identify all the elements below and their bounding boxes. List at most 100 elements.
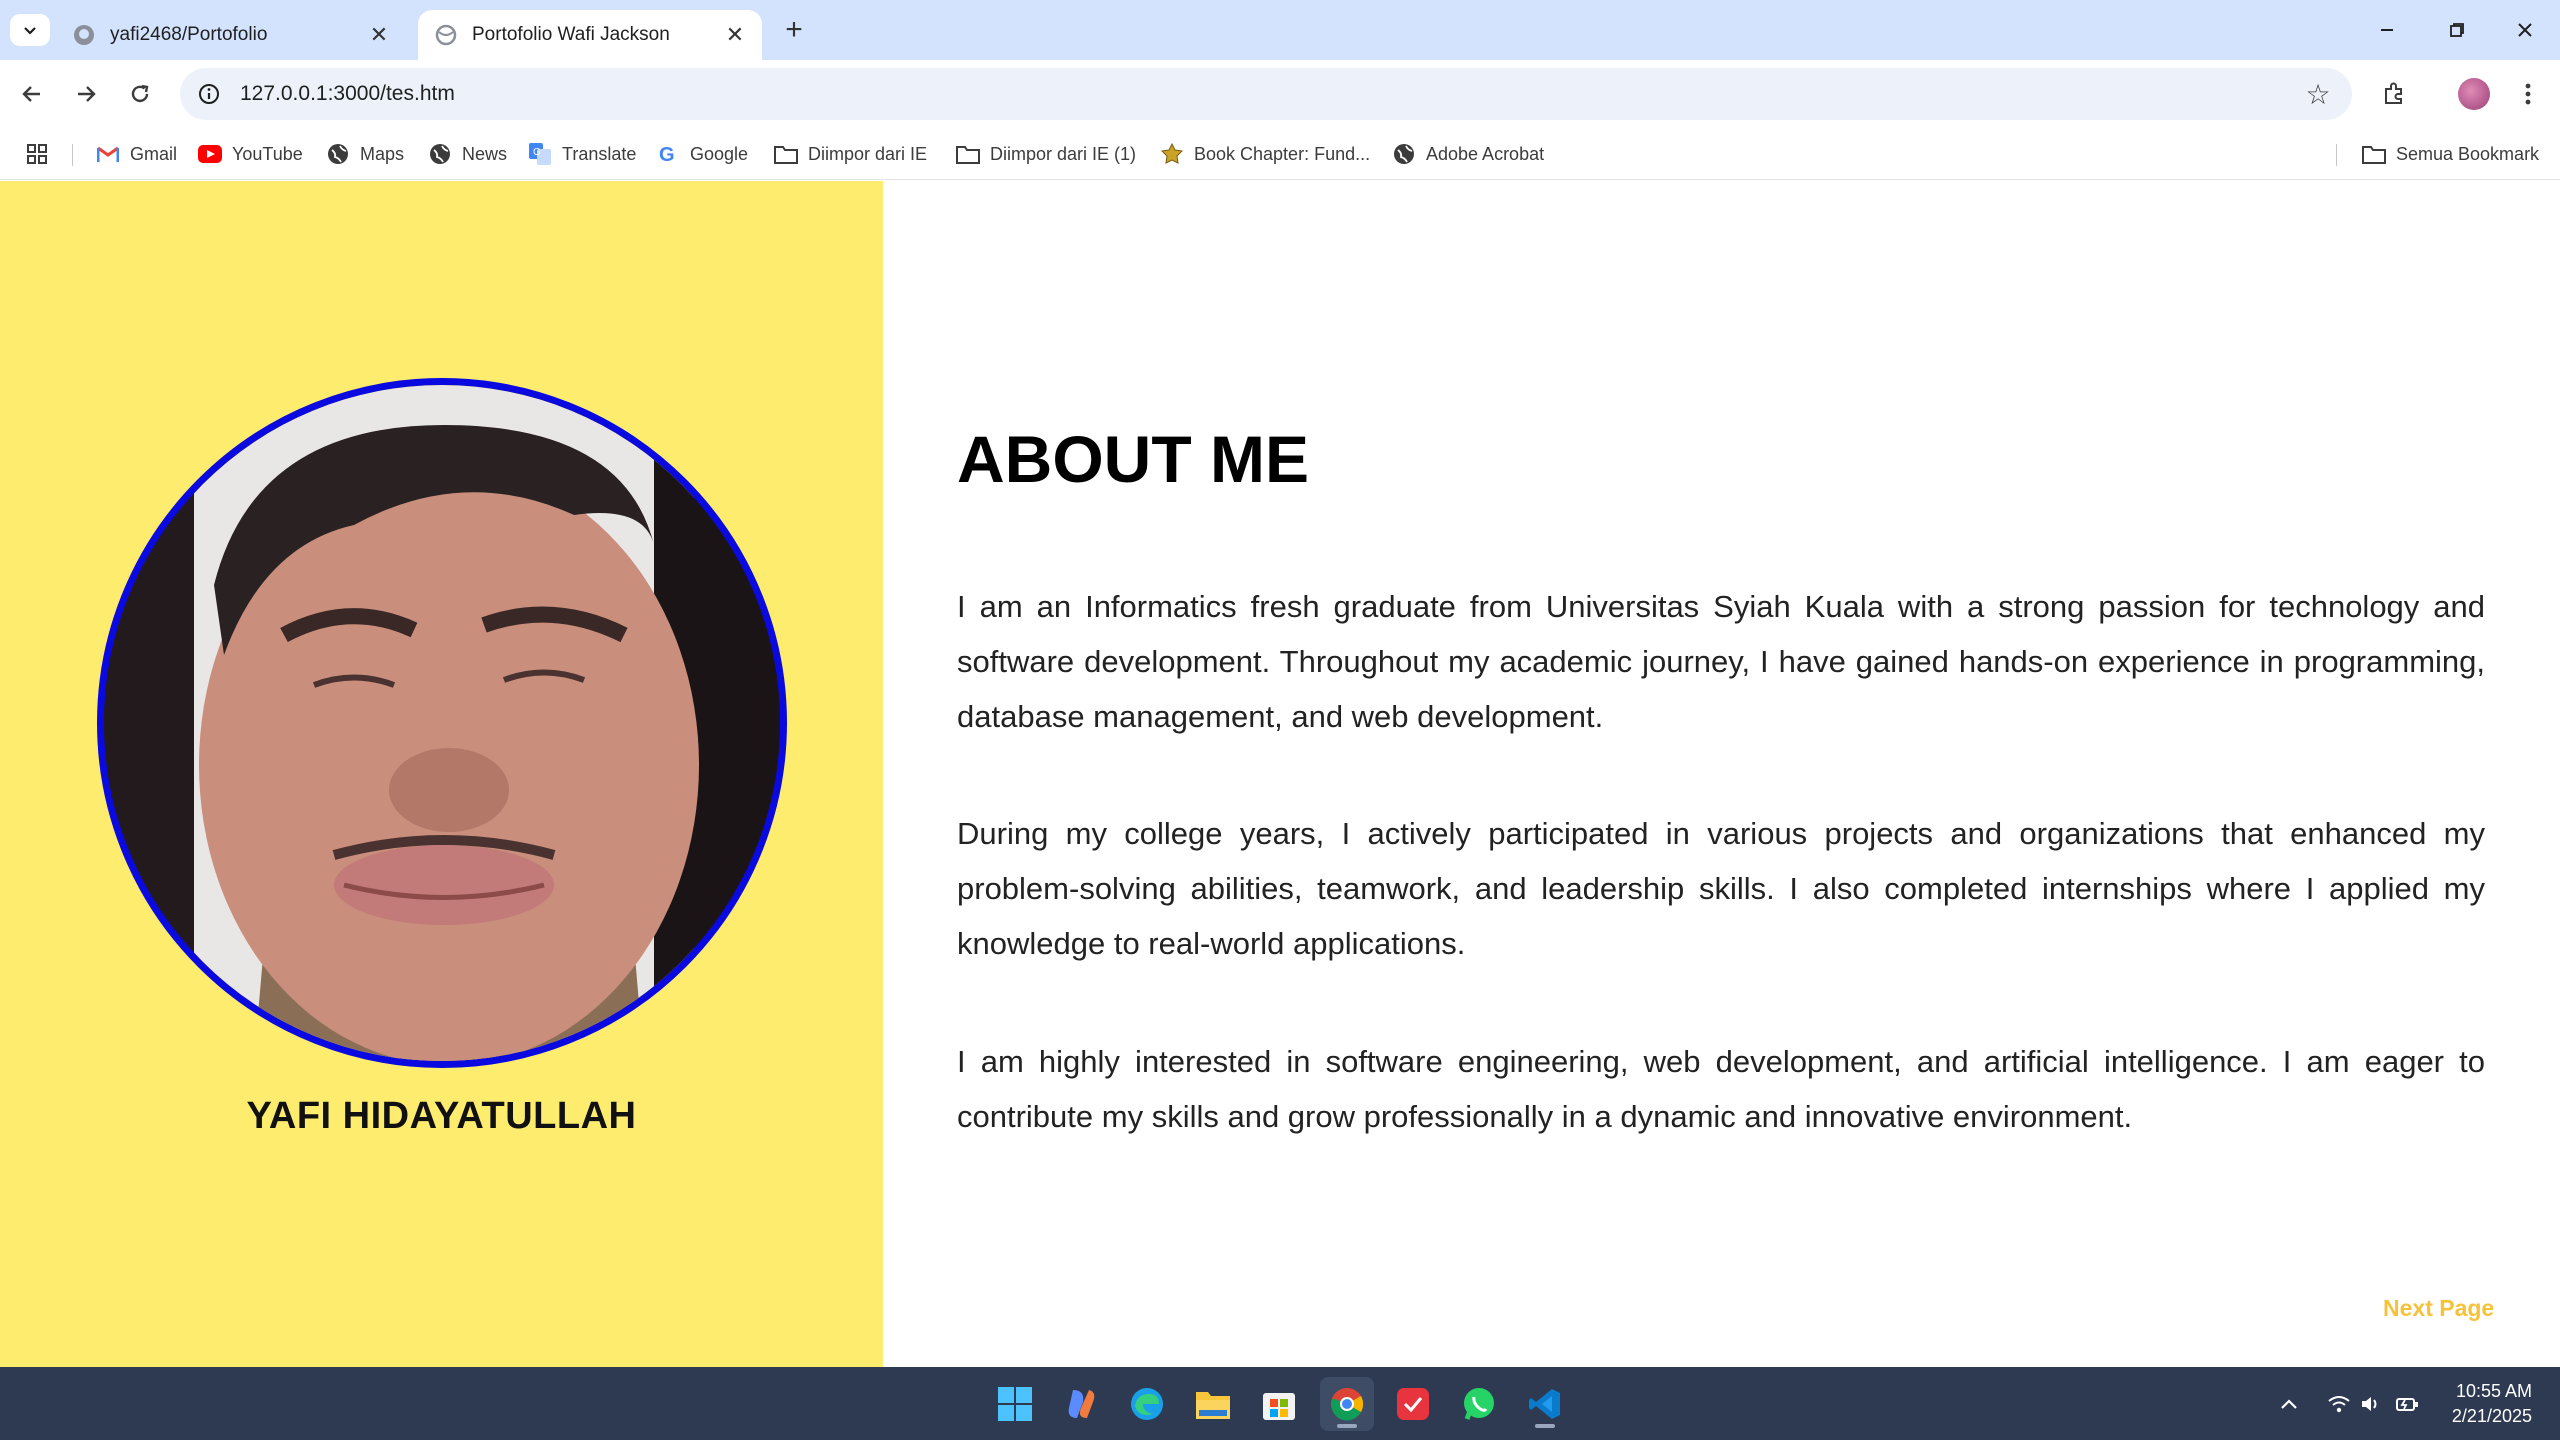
chevron-down-icon: [24, 27, 36, 35]
reload-button[interactable]: [118, 72, 162, 116]
avatar: [2458, 78, 2490, 110]
clock-date: 2/21/2025: [2451, 1406, 2532, 1426]
all-bookmarks-button[interactable]: Semua Bookmark: [2362, 138, 2539, 170]
active-app-indicator: [1337, 1424, 1357, 1428]
chevron-up-icon[interactable]: [2274, 1389, 2304, 1419]
bookmark-label: Diimpor dari IE: [808, 143, 928, 164]
bookmark-news[interactable]: News: [428, 138, 507, 170]
volume-icon[interactable]: [2356, 1389, 2386, 1419]
bookmark-folder-ie-1[interactable]: Diimpor dari IE (1): [956, 138, 1136, 170]
bookmark-maps[interactable]: Maps: [326, 138, 404, 170]
bookmark-translate[interactable]: G Translate: [528, 138, 636, 170]
windows-start-icon[interactable]: [988, 1377, 1042, 1431]
youtube-icon: [198, 142, 222, 166]
svg-text:G: G: [533, 147, 541, 158]
bookmark-label: Semua Bookmark: [2396, 143, 2540, 164]
vscode-icon[interactable]: [1518, 1377, 1572, 1431]
tab-github[interactable]: yafi2468/Portofolio ✕: [56, 10, 406, 60]
clock-time: 10:55 AM: [2455, 1381, 2532, 1401]
file-explorer-icon[interactable]: [1186, 1377, 1240, 1431]
svg-text:G: G: [659, 144, 675, 165]
bookmark-star-icon[interactable]: ☆: [2298, 74, 2338, 114]
profile-panel: YAFI HIDAYATULLAH: [0, 181, 883, 1367]
tab-portfolio[interactable]: Portofolio Wafi Jackson ✕: [418, 10, 762, 60]
tab-title: yafi2468/Portofolio: [110, 24, 268, 45]
forward-button[interactable]: [64, 72, 108, 116]
new-tab-button[interactable]: +: [776, 13, 812, 46]
translate-icon: G: [528, 142, 552, 166]
next-page-link[interactable]: Next Page: [2383, 1295, 2494, 1322]
system-clock[interactable]: 10:55 AM 2/21/2025: [2452, 1379, 2532, 1429]
restore-button[interactable]: [2432, 10, 2482, 50]
restore-icon: [2450, 23, 2464, 37]
puzzle-icon: [2385, 82, 2402, 104]
copilot-icon[interactable]: [1054, 1377, 1108, 1431]
site-info-icon[interactable]: [196, 81, 222, 107]
about-paragraph-3: I am highly interested in software engin…: [957, 1044, 2485, 1134]
portfolio-page: YAFI HIDAYATULLAH ABOUT ME I am an Infor…: [0, 181, 2560, 1367]
bookmark-label: Diimpor dari IE (1): [990, 143, 1137, 164]
profile-photo: [97, 378, 787, 1068]
about-paragraph-1: I am an Informatics fresh graduate from …: [957, 589, 2485, 734]
chrome-menu-button[interactable]: [2508, 74, 2548, 114]
close-icon: [2518, 23, 2532, 37]
google-icon: G: [656, 142, 680, 166]
apps-button[interactable]: [26, 138, 48, 170]
chrome-icon[interactable]: [1320, 1377, 1374, 1431]
windows-taskbar: 10:55 AM 2/21/2025: [0, 1367, 2560, 1440]
bookmarks-divider: [2336, 144, 2337, 166]
bookmark-label: News: [462, 143, 508, 164]
folder-icon: [956, 142, 980, 166]
browser-toolbar: 127.0.0.1:3000/tes.htm ☆: [0, 60, 2560, 128]
profile-photo-illustration: [104, 385, 780, 1061]
bookmark-gmail[interactable]: Gmail: [96, 138, 177, 170]
bookmark-label: Gmail: [130, 143, 178, 164]
more-vertical-icon: [2525, 83, 2531, 105]
globe-icon: [1392, 142, 1416, 166]
reload-icon: [131, 84, 149, 103]
extensions-button[interactable]: [2374, 74, 2414, 114]
bookmark-youtube[interactable]: YouTube: [198, 138, 303, 170]
apps-grid-icon: [27, 144, 47, 164]
badge-icon: [1160, 142, 1184, 166]
globe-icon: [428, 142, 452, 166]
bookmark-label: Adobe Acrobat: [1426, 143, 1545, 164]
microsoft-store-icon[interactable]: [1252, 1377, 1306, 1431]
globe-icon: [326, 142, 350, 166]
folder-icon: [774, 142, 798, 166]
bookmark-label: YouTube: [232, 143, 303, 164]
bookmark-folder-ie[interactable]: Diimpor dari IE: [774, 138, 927, 170]
bookmark-google[interactable]: G Google: [656, 138, 748, 170]
about-title: ABOUT ME: [957, 422, 1309, 496]
tab-title: Portofolio Wafi Jackson: [472, 24, 670, 45]
about-paragraph-2: During my college years, I actively part…: [957, 816, 2485, 961]
battery-icon[interactable]: [2392, 1389, 2422, 1419]
close-tab-icon[interactable]: ✕: [364, 20, 394, 50]
gmail-icon: [96, 142, 120, 166]
bookmark-label: Translate: [562, 143, 637, 164]
bookmark-book-chapter[interactable]: Book Chapter: Fund...: [1160, 138, 1370, 170]
folder-icon: [2362, 142, 2386, 166]
address-bar[interactable]: 127.0.0.1:3000/tes.htm ☆: [180, 68, 2352, 120]
close-tab-icon[interactable]: ✕: [720, 20, 750, 50]
minimize-button[interactable]: [2362, 10, 2412, 50]
bookmarks-bar: Gmail YouTube Maps News G Translate G Go…: [0, 128, 2560, 180]
browser-tab-bar: yafi2468/Portofolio ✕ Portofolio Wafi Ja…: [0, 0, 2560, 60]
whatsapp-icon[interactable]: [1452, 1377, 1506, 1431]
person-name: YAFI HIDAYATULLAH: [246, 1095, 637, 1137]
tab-search-button[interactable]: [10, 14, 50, 46]
bookmark-adobe-acrobat[interactable]: Adobe Acrobat: [1392, 138, 1544, 170]
running-app-indicator: [1535, 1424, 1555, 1428]
close-window-button[interactable]: [2500, 10, 2550, 50]
github-icon: [72, 23, 96, 47]
wifi-icon[interactable]: [2324, 1389, 2354, 1419]
arrow-left-icon: [22, 86, 40, 102]
url-text[interactable]: 127.0.0.1:3000/tes.htm: [240, 82, 2298, 106]
profile-button[interactable]: [2454, 74, 2494, 114]
minimize-icon: [2381, 29, 2393, 31]
back-button[interactable]: [10, 72, 54, 116]
calendar-app-icon[interactable]: [1386, 1377, 1440, 1431]
bookmark-label: Maps: [360, 143, 405, 164]
edge-icon[interactable]: [1120, 1377, 1174, 1431]
about-section: ABOUT ME I am an Informatics fresh gradu…: [883, 181, 2560, 1367]
